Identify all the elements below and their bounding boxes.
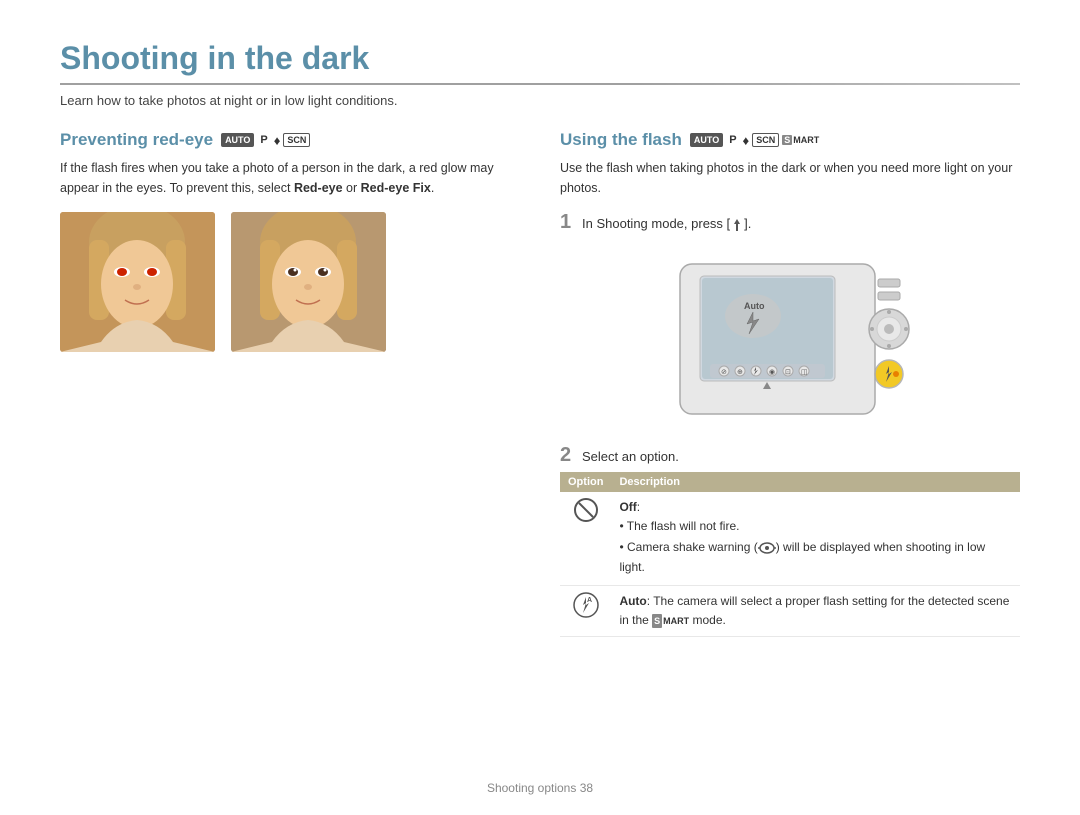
option-auto-row: A Auto: The camera will select a proper … xyxy=(560,585,1020,636)
svg-text:⊘: ⊘ xyxy=(721,369,727,376)
svg-text:◉: ◉ xyxy=(769,369,775,376)
right-intro-text: Use the flash when taking photos in the … xyxy=(560,158,1020,198)
page-footer: Shooting options 38 xyxy=(0,781,1080,795)
off-bullets: The flash will not fire. Camera shake wa… xyxy=(619,517,1012,577)
right-badge-scn: SCN xyxy=(752,133,779,147)
step-1-text: In Shooting mode, press []. xyxy=(582,212,751,234)
step-2-text: Select an option. xyxy=(582,445,679,467)
step-2-row: 2 Select an option. xyxy=(560,445,1020,467)
svg-text:⊕: ⊕ xyxy=(737,369,743,376)
photo-red-eye-fix xyxy=(231,212,386,352)
badge-walk: ♦ xyxy=(274,133,281,148)
right-badge-p: P xyxy=(726,133,739,147)
page-container: Shooting in the dark Learn how to take p… xyxy=(0,0,1080,815)
svg-text:◫: ◫ xyxy=(801,369,808,376)
using-the-flash-title: Using the flash xyxy=(560,130,682,150)
flash-off-icon xyxy=(574,498,598,522)
footer-text: Shooting options 38 xyxy=(487,781,593,795)
photo-red-eye xyxy=(60,212,215,352)
step-1-row: 1 In Shooting mode, press []. xyxy=(560,212,1020,234)
smart-mode-badge: SMART xyxy=(652,614,689,628)
photos-row xyxy=(60,212,520,352)
badge-scn: SCN xyxy=(283,133,310,147)
page-title: Shooting in the dark xyxy=(60,40,1020,77)
left-mode-badges: AUTO P ♦ SCN xyxy=(221,133,310,148)
off-bullet-1: The flash will not fire. xyxy=(619,517,1012,536)
right-badge-smart: SMART xyxy=(782,135,819,145)
option-auto-icon-cell: A xyxy=(560,585,611,636)
options-table: Option Description Off: The flash will n… xyxy=(560,472,1020,637)
right-section-heading: Using the flash AUTO P ♦ SCN SMART xyxy=(560,130,1020,150)
option-off-row: Off: The flash will not fire. Camera sha… xyxy=(560,492,1020,585)
two-column-layout: Preventing red-eye AUTO P ♦ SCN If the f… xyxy=(60,130,1020,637)
right-badge-walk: ♦ xyxy=(743,133,750,148)
preventing-red-eye-title: Preventing red-eye xyxy=(60,130,213,150)
left-column: Preventing red-eye AUTO P ♦ SCN If the f… xyxy=(60,130,520,637)
camera-diagram: Auto ⊘ ⊕ ◉ ⊡ ◫ xyxy=(560,244,1020,429)
right-badge-auto: AUTO xyxy=(690,133,723,147)
right-column: Using the flash AUTO P ♦ SCN SMART Use t… xyxy=(560,130,1020,637)
page-subtitle: Learn how to take photos at night or in … xyxy=(60,93,1020,108)
right-mode-badges: AUTO P ♦ SCN SMART xyxy=(690,133,819,148)
left-section-text: If the flash fires when you take a photo… xyxy=(60,158,520,198)
step-1-num: 1 xyxy=(560,212,576,232)
table-header-row: Option Description xyxy=(560,472,1020,492)
off-bullet-2: Camera shake warning () will be displaye… xyxy=(619,538,1012,576)
left-section-heading: Preventing red-eye AUTO P ♦ SCN xyxy=(60,130,520,150)
title-divider xyxy=(60,83,1020,85)
col-option: Option xyxy=(560,472,611,492)
badge-auto: AUTO xyxy=(221,133,254,147)
svg-text:A: A xyxy=(587,597,592,604)
badge-p: P xyxy=(257,133,270,147)
col-description: Description xyxy=(611,472,1020,492)
flash-auto-icon: A xyxy=(573,592,599,618)
svg-text:⊡: ⊡ xyxy=(785,369,791,376)
option-off-icon-cell xyxy=(560,492,611,585)
step-2-num: 2 xyxy=(560,445,576,465)
option-auto-desc: Auto: The camera will select a proper fl… xyxy=(611,585,1020,636)
svg-text:Auto: Auto xyxy=(744,301,765,311)
option-off-desc: Off: The flash will not fire. Camera sha… xyxy=(611,492,1020,585)
